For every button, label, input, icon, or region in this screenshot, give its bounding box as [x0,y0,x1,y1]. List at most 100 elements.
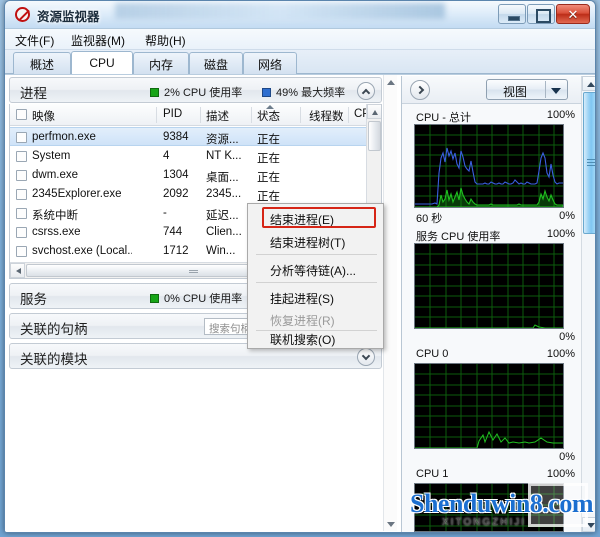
chevron-down-icon[interactable] [357,348,375,366]
scrollbar-thumb[interactable] [583,92,595,234]
ctx-suspend-process[interactable]: 挂起进程(S) [248,286,383,308]
cell-pid: 1304 [163,169,189,181]
select-all-checkbox[interactable] [16,109,27,120]
chevron-down-icon [551,88,561,94]
row-checkbox[interactable] [16,170,27,181]
column-header-description[interactable]: 描述 [206,108,229,124]
cell-image: System [32,150,71,162]
cell-description: NT K... [206,150,242,162]
scrollbar-thumb[interactable] [368,121,381,151]
tab-cpu[interactable]: CPU [71,51,133,74]
scroll-up-button[interactable] [384,75,397,88]
graph-ymax-cpu-total: 100% [546,109,575,121]
row-checkbox[interactable] [16,227,27,238]
graph-ymax-service-cpu: 100% [546,228,575,240]
cell-image: svchost.exe (Local... [32,245,132,257]
cell-pid: 2092 [163,188,189,200]
cell-description: 2345... [206,188,242,200]
title-bar-blurred-region [115,3,445,19]
graph-xlabel-cpu-total: 60 秒 [416,213,443,225]
processes-freq-stat: 49% 最大频率 [262,84,345,100]
graph-ymax-cpu0: 100% [546,348,575,360]
cell-status: 正在 [257,134,280,146]
cell-image: dwm.exe [32,169,79,181]
tab-memory[interactable]: 内存 [133,52,189,74]
green-swatch-icon [150,88,159,97]
cell-pid: - [163,207,167,219]
sort-ascending-icon [266,105,274,109]
scroll-down-button[interactable] [384,518,397,531]
cell-pid: 9384 [163,131,189,143]
maximize-button[interactable] [527,4,555,24]
row-checkbox[interactable] [16,151,27,162]
cell-pid: 1712 [163,245,189,257]
cell-description: Clien... [206,226,242,238]
cell-status: 正在 [257,172,280,184]
row-checkbox[interactable] [16,246,27,257]
graphs-toolbar: 视图 [402,76,595,104]
close-icon: ✕ [567,7,579,22]
cell-pid: 4 [163,150,170,162]
cell-status: 正在 [257,191,280,203]
graph-svg-cpu0 [415,364,563,449]
menu-monitor[interactable]: 监视器(M) [71,32,125,49]
column-header-threads[interactable]: 线程数 [309,108,344,124]
table-row[interactable]: 2345Explorer.exe 2092 2345... 正在 [10,185,367,204]
graph-ymin-cpu-total: 0% [559,210,575,222]
processes-section-header[interactable]: 进程 2% CPU 使用率 49% 最大频率 [9,77,382,103]
chevron-up-icon[interactable] [357,82,375,100]
left-pane-scrollbar[interactable] [383,75,397,531]
title-bar: 资源监视器 ✕ [5,1,595,29]
chevron-right-icon[interactable] [410,80,430,100]
graph-svg-cpu1 [415,484,563,531]
scroll-up-button[interactable] [582,76,595,91]
services-cpu-stat: 0% CPU 使用率 [150,290,242,306]
processes-cpu-stat: 2% CPU 使用率 [150,84,242,100]
scroll-down-button[interactable] [582,517,595,532]
graph-title-cpu1: CPU 1 [416,468,449,480]
ctx-search-online[interactable]: 联机搜索(O) [248,327,383,349]
menu-help[interactable]: 帮助(H) [145,32,186,49]
process-context-menu[interactable]: 结束进程(E) 结束进程树(T) 分析等待链(A)... 挂起进程(S) 恢复进… [247,203,384,349]
close-button[interactable]: ✕ [556,4,590,24]
graphs-scrollbar[interactable] [581,76,595,532]
graph-title-cpu0: CPU 0 [416,348,449,360]
menu-file[interactable]: 文件(F) [15,32,54,49]
window-title: 资源监视器 [37,10,100,24]
row-checkbox[interactable] [16,132,27,143]
handles-title: 关联的句柄 [20,322,88,337]
blue-swatch-icon [262,88,271,97]
ctx-analyze-wait-chain[interactable]: 分析等待链(A)... [248,258,383,280]
minimize-button[interactable] [498,4,526,24]
cell-status: 正在 [257,153,280,165]
graph-svg-cpu-total [415,125,564,208]
content-area: 进程 2% CPU 使用率 49% 最大频率 映像 PID 描述 状态 线程数 … [5,74,595,532]
graph-canvas-cpu0 [414,363,564,449]
tab-network[interactable]: 网络 [243,52,297,74]
graph-canvas-cpu1 [414,483,564,532]
column-header-pid[interactable]: PID [163,108,182,120]
cell-pid: 744 [163,226,183,238]
table-row[interactable]: perfmon.exe 9384 资源... 正在 [10,127,367,146]
table-row[interactable]: System 4 NT K... 正在 [10,147,367,166]
tab-disk[interactable]: 磁盘 [189,52,243,74]
services-title: 服务 [20,292,47,307]
graph-ymin-cpu0: 0% [559,451,575,463]
scroll-left-button[interactable] [10,263,25,278]
tab-overview[interactable]: 概述 [13,52,71,74]
cell-description: Win... [206,245,236,257]
ctx-end-process-tree[interactable]: 结束进程树(T) [248,230,383,252]
graph-ymax-cpu1: 100% [546,468,575,480]
view-dropdown-button[interactable]: 视图 [486,79,568,100]
graph-ymin-service-cpu: 0% [559,331,575,343]
scrollbar-grip [587,159,595,166]
right-pane-graphs: 视图 CPU - 总计 100% 60 秒 0% 服务 CPU 使用率 100%… [401,76,595,532]
highlight-annotation [262,207,376,228]
column-header-image[interactable]: 映像 [32,108,55,124]
column-header-status[interactable]: 状态 [257,108,280,124]
table-row[interactable]: dwm.exe 1304 桌面... 正在 [10,166,367,185]
row-checkbox[interactable] [16,189,27,200]
tab-strip: 概述 CPU 内存 磁盘 网络 [5,50,595,74]
scroll-up-button[interactable] [367,104,381,119]
row-checkbox[interactable] [16,208,27,219]
